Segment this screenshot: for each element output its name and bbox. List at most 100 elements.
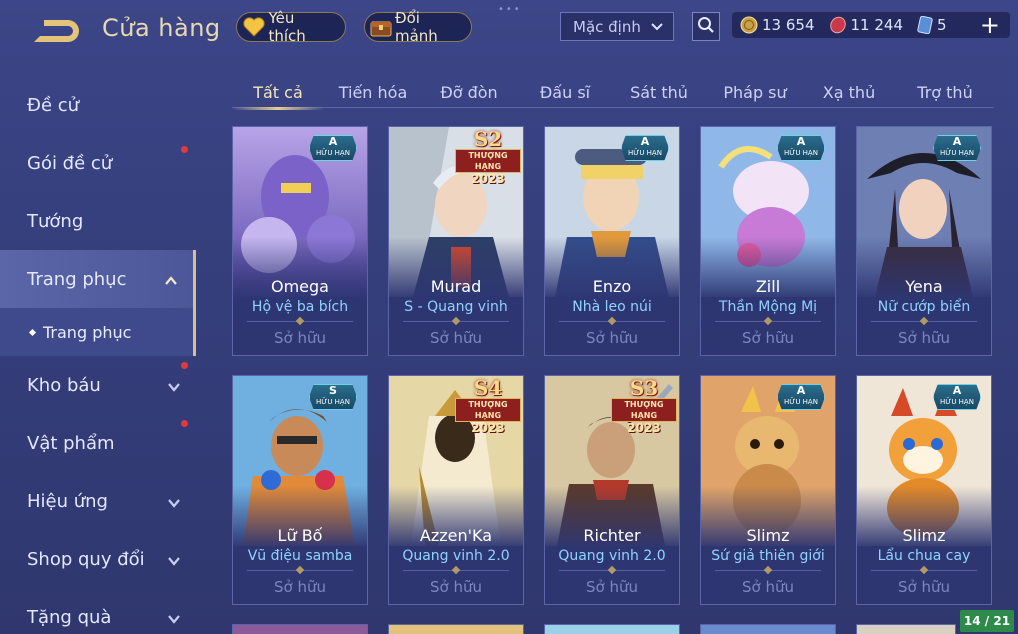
notification-dot <box>181 146 188 153</box>
season-badge: S4 THƯỢNG HẠNG 2023 <box>453 378 523 435</box>
chevron-down-icon <box>649 19 665 39</box>
sidebar-item-label: Shop quy đổi <box>27 548 145 570</box>
tab-marksman[interactable]: Xạ thủ <box>804 76 894 108</box>
limited-badge: A HỮU HẠN <box>621 135 669 161</box>
sidebar-item-label: Tặng quà <box>27 606 112 628</box>
skin-card[interactable]: A HỮU HẠN Enzo Nhà leo núi Sở hữu <box>544 126 680 356</box>
owned-status: Sở hữu <box>274 329 326 347</box>
skin-card[interactable]: A HỮU HẠN Slimz Lẩu chua cay Sở hữu <box>856 375 992 605</box>
skin-name: Hộ vệ ba bích <box>251 299 349 315</box>
skin-card[interactable]: A HỮU HẠN Slimz Sứ giả thiên giới Sở hữu <box>700 375 836 605</box>
chevron-down-icon <box>166 494 182 515</box>
skin-card-partial[interactable] <box>700 624 836 634</box>
skin-card-partial[interactable] <box>232 624 368 634</box>
hero-name: Omega <box>271 277 329 296</box>
hero-name: Azzen'Ka <box>419 526 493 545</box>
chevron-down-icon <box>166 610 182 631</box>
tab-mage[interactable]: Pháp sư <box>710 76 800 108</box>
tab-evolution[interactable]: Tiến hóa <box>328 76 418 108</box>
hero-name: Richter <box>583 526 641 545</box>
owned-status: Sở hữu <box>742 578 794 596</box>
skin-name: Vũ điệu samba <box>247 548 353 564</box>
sidebar-item-treasure[interactable]: Kho báu <box>0 356 196 414</box>
voucher-currency: 11 244 <box>829 16 904 34</box>
skin-card[interactable]: S2 THƯỢNG HẠNG 2023 Murad S - Quang vinh S… <box>388 126 524 356</box>
search-icon <box>697 16 715 38</box>
skin-card[interactable]: A HỮU HẠN Omega Hộ vệ ba bích Sở hữu <box>232 126 368 356</box>
hero-name: Murad <box>430 277 482 296</box>
tab-support[interactable]: Trợ thủ <box>900 76 990 108</box>
skin-name: Nhà leo núi <box>572 299 652 315</box>
hero-name: Slimz <box>746 526 790 545</box>
exchange-fragments-button[interactable]: Đổi mảnh <box>364 9 472 45</box>
top-bar: Cửa hàng Yêu thích Đổi mảnh ••• Mặc định… <box>0 0 1018 56</box>
search-button[interactable] <box>692 12 720 41</box>
gold-amount: 13 654 <box>762 16 815 34</box>
sidebar-item-label: Gói đề cử <box>27 152 113 174</box>
sidebar-item-exchange-shop[interactable]: Shop quy đổi <box>0 530 196 588</box>
sort-value: Mặc định <box>573 17 641 36</box>
skin-name: Lẩu chua cay <box>877 548 971 564</box>
skin-name: S - Quang vinh <box>404 299 508 315</box>
hero-name: Lữ Bố <box>277 526 323 545</box>
owned-status: Sở hữu <box>586 578 638 596</box>
treasure-chest-icon <box>369 14 393 40</box>
sidebar-item-label: Đề cử <box>27 94 80 116</box>
sidebar-item-recommended[interactable]: Đề cử <box>0 76 196 134</box>
sidebar-item-label: Trang phục <box>27 268 127 290</box>
chevron-up-icon <box>163 272 179 293</box>
sidebar-subitem-label: Trang phục <box>43 322 132 342</box>
drag-handle-icon[interactable]: ••• <box>498 4 522 15</box>
bullet-icon <box>28 328 37 336</box>
skin-card[interactable]: A HỮU HẠN Zill Thần Mộng Mị Sở hữu <box>700 126 836 356</box>
back-arrow-icon[interactable] <box>24 14 80 48</box>
sidebar-item-skins[interactable]: Trang phục <box>0 250 196 308</box>
limited-badge: A HỮU HẠN <box>777 384 825 410</box>
sidebar-item-effects[interactable]: Hiệu ứng <box>0 472 196 530</box>
tab-assassin[interactable]: Sát thủ <box>614 76 704 108</box>
favorites-button[interactable]: Yêu thích <box>236 9 346 45</box>
limited-badge: A HỮU HẠN <box>777 135 825 161</box>
skin-card[interactable]: S4 THƯỢNG HẠNG 2023 Azzen'Ka Quang vinh 2.… <box>388 375 524 605</box>
voucher-amount: 11 244 <box>850 16 904 34</box>
sidebar-item-label: Vật phẩm <box>27 432 115 454</box>
skin-name: Quang vinh 2.0 <box>402 548 510 564</box>
sidebar-item-recommended-packs[interactable]: Gói đề cử <box>0 134 196 192</box>
exchange-label: Đổi mảnh <box>395 9 438 45</box>
limited-badge: A HỮU HẠN <box>933 135 981 161</box>
sort-dropdown[interactable]: Mặc định <box>560 12 674 41</box>
gold-currency: 13 654 <box>740 16 815 34</box>
tab-tank[interactable]: Đỡ đòn <box>424 76 514 108</box>
skin-name: Nữ cướp biển <box>877 299 971 315</box>
limited-badge: A HỮU HẠN <box>309 135 357 161</box>
owned-status: Sở hữu <box>430 578 482 596</box>
sidebar-item-gifts[interactable]: Tặng quà <box>0 588 196 634</box>
ticket-icon <box>917 16 933 34</box>
add-currency-button[interactable]: + <box>980 13 1000 37</box>
skin-card[interactable]: S3 THƯỢNG HẠNG 2023 Richter Quang vinh 2.0… <box>544 375 680 605</box>
skin-name: Thần Mộng Mị <box>718 299 818 315</box>
page-counter: 14 / 21 <box>960 610 1014 632</box>
owned-status: Sở hữu <box>742 329 794 347</box>
owned-status: Sở hữu <box>274 578 326 596</box>
skin-card-partial[interactable] <box>544 624 680 634</box>
skin-card[interactable]: A HỮU HẠN Yena Nữ cướp biển Sở hữu <box>856 126 992 356</box>
sidebar-item-heroes[interactable]: Tướng <box>0 192 196 250</box>
tab-all[interactable]: Tất cả <box>232 76 324 110</box>
tab-fighter[interactable]: Đấu sĩ <box>520 76 610 108</box>
owned-status: Sở hữu <box>898 578 950 596</box>
hero-name: Enzo <box>592 277 632 296</box>
sidebar-subitem-skins[interactable]: Trang phục <box>0 308 196 356</box>
sidebar: Đề cử Gói đề cử Tướng Trang phục Trang p… <box>0 76 200 634</box>
sidebar-item-items[interactable]: Vật phẩm <box>0 414 196 472</box>
ticket-amount: 5 <box>937 16 947 34</box>
skin-card-partial[interactable] <box>856 624 956 634</box>
limited-badge: A HỮU HẠN <box>933 384 981 410</box>
hero-name: Slimz <box>902 526 946 545</box>
skin-name: Sứ giả thiên giới <box>711 548 825 564</box>
chevron-down-icon <box>166 552 182 573</box>
skin-card-partial[interactable] <box>388 624 524 634</box>
notification-dot <box>181 420 188 427</box>
heart-icon <box>241 14 266 40</box>
skin-card[interactable]: S HỮU HẠN Lữ Bố Vũ điệu samba Sở hữu <box>232 375 368 605</box>
